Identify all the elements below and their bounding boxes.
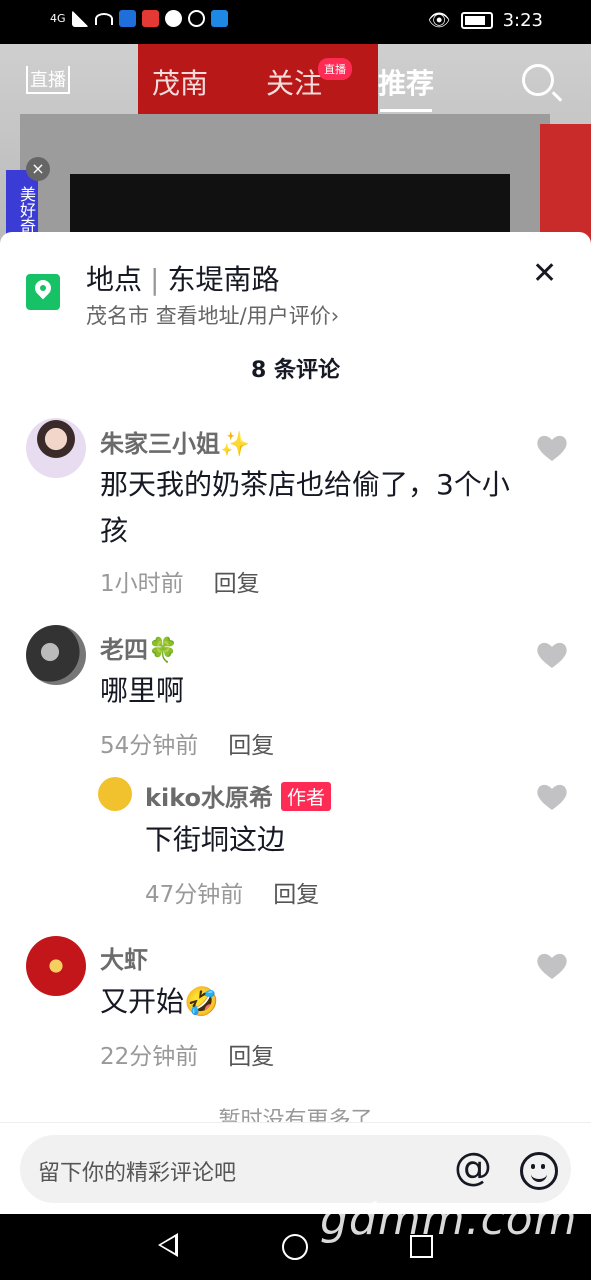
- location-prefix: 地点: [86, 263, 143, 296]
- heart-icon[interactable]: [536, 783, 568, 811]
- reply-button[interactable]: 回复: [228, 733, 274, 759]
- comment-text: 哪里啊: [100, 674, 185, 707]
- location-title[interactable]: 地点 | 东堤南路: [86, 258, 279, 298]
- author-badge: 作者: [281, 782, 332, 811]
- reply-username-row: kiko水原希 作者: [145, 778, 332, 813]
- tab-following[interactable]: 关注: [266, 62, 322, 102]
- comment-username[interactable]: 大虾: [100, 940, 148, 975]
- comment-placeholder: 留下你的精彩评论吧: [38, 1161, 237, 1186]
- avatar[interactable]: [26, 936, 86, 996]
- heart-icon[interactable]: [536, 641, 568, 669]
- comment-time: 1小时前: [100, 571, 184, 597]
- clock: 3:23: [502, 10, 543, 31]
- comment-text: 又开始🤣: [100, 985, 219, 1018]
- app-notification-icon: [164, 10, 182, 27]
- comments-sheet: 地点 | 东堤南路 茂名市 查看地址/用户评价› ✕ 8 条评论 朱家三小姐✨ 那天…: [0, 232, 591, 1214]
- location-link[interactable]: 查看地址/用户评价›: [156, 304, 339, 328]
- watermark: gdmm.com: [320, 1194, 578, 1245]
- signal-icon: [71, 10, 89, 27]
- comment-time: 54分钟前: [100, 733, 199, 759]
- home-icon[interactable]: [282, 1234, 308, 1260]
- reply-button[interactable]: 回复: [228, 1044, 274, 1070]
- comment-meta: 22分钟前 回复: [100, 1037, 274, 1071]
- comment-username[interactable]: kiko水原希: [145, 784, 273, 812]
- emoji-icon[interactable]: [520, 1152, 558, 1190]
- top-nav: 直播 茂南 关注 直播 推荐: [0, 44, 591, 114]
- close-icon[interactable]: ×: [26, 157, 50, 181]
- comment-username[interactable]: 朱家三小姐✨: [100, 424, 250, 459]
- live-button[interactable]: 直播: [26, 66, 70, 94]
- search-icon[interactable]: [522, 64, 554, 96]
- location-name: 东堤南路: [167, 263, 280, 296]
- location-pin-icon: [26, 274, 60, 310]
- comment-time: 47分钟前: [145, 882, 244, 908]
- close-icon[interactable]: ✕: [532, 256, 557, 291]
- red-poster: [540, 124, 591, 244]
- avatar[interactable]: [26, 418, 86, 478]
- comment-meta: 47分钟前 回复: [145, 875, 319, 909]
- comment-time: 22分钟前: [100, 1044, 199, 1070]
- app-notification-icon: [141, 10, 159, 27]
- network-indicator: 4G: [50, 12, 66, 25]
- tab-local[interactable]: 茂南: [152, 62, 208, 102]
- eye-icon: 👁: [427, 10, 451, 31]
- reply-button[interactable]: 回复: [273, 882, 319, 908]
- comment-meta: 54分钟前 回复: [100, 726, 274, 760]
- battery-icon: [460, 12, 493, 29]
- comment-input[interactable]: 留下你的精彩评论吧 @: [20, 1135, 571, 1203]
- avatar[interactable]: [26, 625, 86, 685]
- live-badge: 直播: [318, 58, 352, 80]
- status-bar: 4G 👁 3:23: [0, 0, 591, 44]
- wifi-icon: [94, 12, 113, 25]
- comment-meta: 1小时前 回复: [100, 564, 260, 598]
- comment-username[interactable]: 老四🍀: [100, 630, 178, 665]
- reply-button[interactable]: 回复: [214, 571, 260, 597]
- mention-icon[interactable]: @: [454, 1145, 492, 1189]
- location-city: 茂名市: [86, 304, 149, 328]
- app-notification-icon: [118, 10, 136, 27]
- comment-text: 下街垌这边: [145, 823, 286, 856]
- app-notification-icon: [210, 10, 228, 27]
- location-separator: |: [150, 263, 160, 296]
- comment-text: 那天我的奶茶店也给偷了，3个小孩: [100, 468, 510, 547]
- app-notification-icon: [187, 10, 205, 27]
- tab-recommended[interactable]: 推荐: [378, 62, 434, 112]
- back-icon[interactable]: [158, 1233, 178, 1257]
- heart-icon[interactable]: [536, 434, 568, 462]
- comment-count: 8 条评论: [251, 358, 340, 383]
- heart-icon[interactable]: [536, 952, 568, 980]
- location-subtitle[interactable]: 茂名市 查看地址/用户评价›: [86, 300, 339, 330]
- avatar[interactable]: [98, 777, 132, 811]
